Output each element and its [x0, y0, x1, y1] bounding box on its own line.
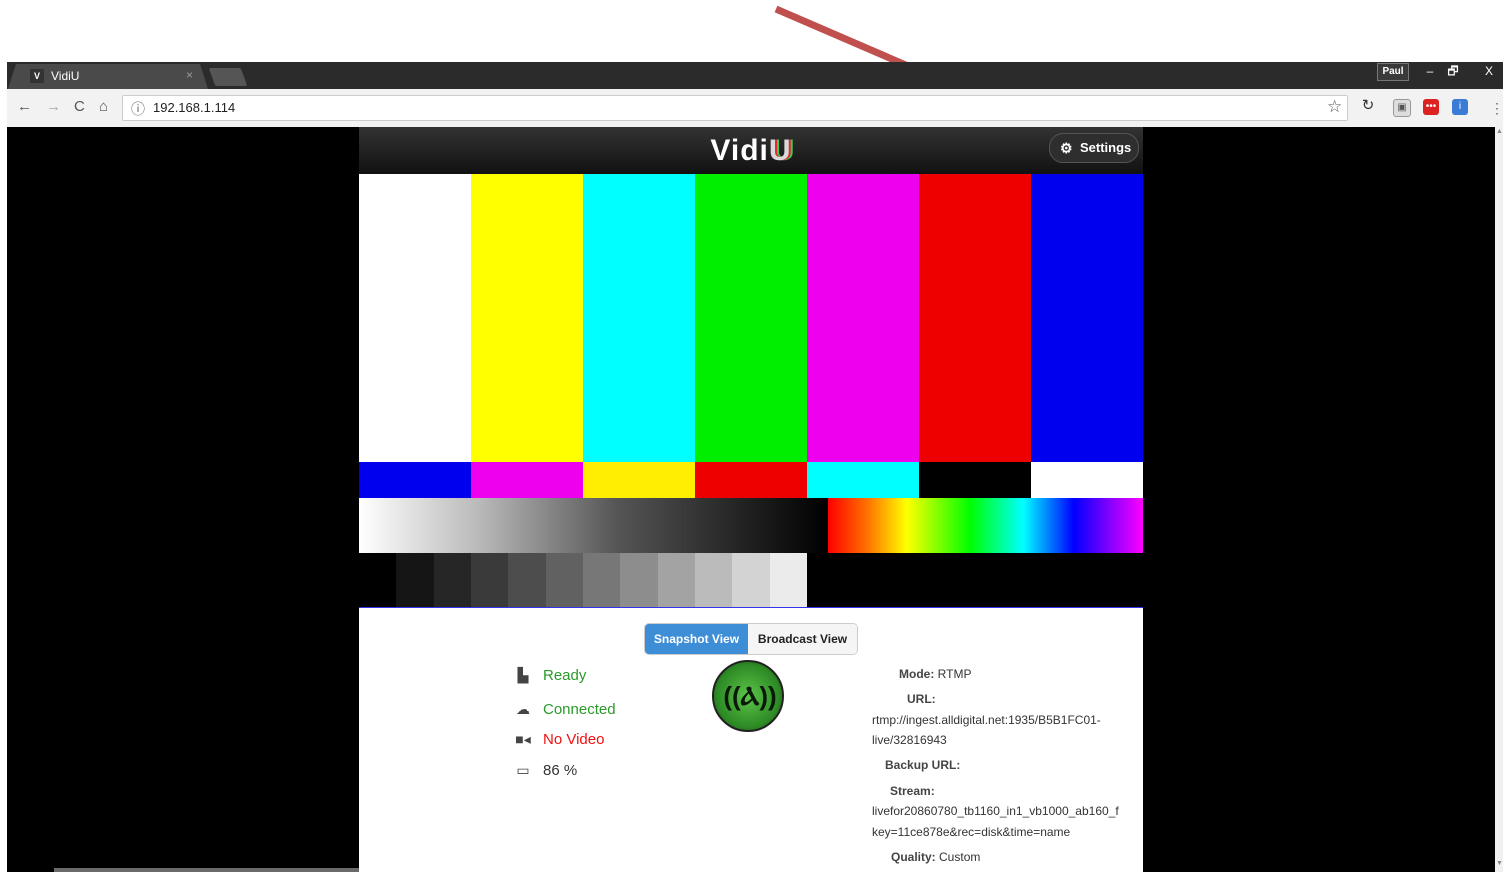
settings-label: Settings	[1080, 140, 1132, 155]
gray-step-2	[433, 553, 471, 607]
mode-row: Mode: RTMP	[899, 667, 971, 681]
url-label: URL:	[907, 692, 936, 706]
info-extension-icon[interactable]: i	[1452, 99, 1468, 115]
mid-bar-0	[359, 462, 471, 498]
mid-bar-4	[807, 462, 919, 498]
status-connected-row: ☁ Connected	[512, 701, 616, 718]
battery-icon: ▭	[516, 762, 530, 778]
start-broadcast-button[interactable]: ((Ⲁ))	[712, 660, 784, 732]
quality-label: Quality:	[891, 850, 936, 864]
lastpass-extension-icon[interactable]: •••	[1423, 99, 1439, 115]
top-bar-6	[1031, 174, 1143, 462]
gray-step-9	[694, 553, 733, 607]
scroll-down-icon[interactable]: ▼	[1496, 860, 1503, 867]
logo-u: U	[768, 134, 792, 167]
browser-menu-icon[interactable]: ⋮	[1490, 100, 1503, 117]
back-icon[interactable]: ←	[17, 98, 32, 115]
broadcast-view-button[interactable]: Broadcast View	[748, 624, 857, 654]
forward-icon[interactable]: →	[46, 98, 61, 115]
tab-title: VidiU	[51, 69, 80, 83]
gray-step-0	[359, 553, 397, 607]
color-bars-middle	[359, 462, 1143, 498]
top-bar-5	[919, 174, 1031, 462]
reload-icon[interactable]: C	[74, 98, 85, 115]
mid-bar-2	[583, 462, 695, 498]
status-connected: Connected	[543, 701, 616, 718]
url-text[interactable]: 192.168.1.114	[153, 100, 235, 115]
stream-value-line-2: key=11ce878e&rec=disk&time=name	[872, 825, 1071, 839]
url-label-row: URL:	[907, 692, 936, 706]
gray-step-7	[620, 553, 658, 607]
status-ready-row: ▙ Ready	[512, 667, 587, 684]
vidiu-favicon-icon: V	[30, 69, 44, 83]
gear-icon: ⚙	[1060, 140, 1073, 156]
broadcast-tower-icon: ((Ⲁ))	[723, 681, 777, 711]
mid-bar-1	[471, 462, 583, 498]
snapshot-view-button[interactable]: Snapshot View	[645, 624, 748, 654]
restore-icon[interactable]: 🗗	[1442, 63, 1464, 79]
ublock-extension-icon[interactable]: ▣	[1393, 99, 1411, 117]
tab-close-icon[interactable]: ×	[186, 68, 193, 82]
vidiu-logo: VidiU	[359, 127, 1143, 174]
address-bar[interactable]: ⓘ 192.168.1.114	[122, 95, 1348, 121]
logo-text: Vidi	[710, 134, 769, 167]
top-bar-1	[471, 174, 583, 462]
video-camera-icon: ■◂	[515, 731, 531, 747]
mode-value: RTMP	[937, 667, 972, 681]
app-header: VidiU ⚙ Settings	[359, 127, 1143, 174]
stream-value-line-1: livefor20860780_tb1160_in1_vb1000_ab160_…	[872, 804, 1119, 818]
gray-step-5	[545, 553, 583, 607]
top-bar-0	[359, 174, 471, 462]
status-battery: 86 %	[543, 762, 578, 779]
site-info-icon[interactable]: ⓘ	[131, 99, 145, 119]
gray-step-1	[396, 553, 434, 607]
top-bar-4	[807, 174, 919, 462]
status-ready: Ready	[543, 667, 587, 684]
rainbow-ramp	[828, 498, 1143, 553]
scroll-up-icon[interactable]: ▲	[1496, 128, 1503, 135]
gray-step-8	[657, 553, 695, 607]
clapperboard-icon: ▙	[517, 667, 529, 683]
status-video: No Video	[543, 731, 605, 748]
gray-step-6	[582, 553, 621, 607]
stream-label-row: Stream:	[890, 784, 935, 798]
home-icon[interactable]: ⌂	[99, 98, 108, 115]
bookmark-star-icon[interactable]: ☆	[1327, 97, 1342, 117]
profile-button[interactable]: Paul	[1377, 63, 1409, 81]
gray-steps	[359, 553, 807, 607]
top-bar-2	[583, 174, 695, 462]
mid-bar-5	[919, 462, 1031, 498]
backup-url-row: Backup URL:	[885, 758, 960, 772]
stream-label: Stream:	[890, 784, 935, 798]
vertical-scrollbar[interactable]	[1495, 127, 1503, 872]
gray-ramp	[359, 498, 828, 553]
mid-bar-6	[1031, 462, 1143, 498]
gray-step-3	[470, 553, 509, 607]
sync-extension-icon[interactable]: ↻	[1360, 98, 1376, 115]
url-value-line-1: rtmp://ingest.alldigital.net:1935/B5B1FC…	[872, 713, 1101, 727]
status-battery-row: ▭ 86 %	[512, 762, 577, 779]
status-video-row: ■◂ No Video	[512, 731, 604, 748]
close-window-icon[interactable]: X	[1478, 63, 1500, 79]
view-toggle: Snapshot View Broadcast View	[644, 623, 858, 655]
video-snapshot	[359, 174, 1143, 607]
gray-step-10	[732, 553, 770, 607]
settings-button[interactable]: ⚙ Settings	[1049, 133, 1139, 163]
status-panel: Snapshot View Broadcast View ▙ Ready ☁ Con…	[359, 607, 1143, 873]
minimize-icon[interactable]: –	[1419, 63, 1441, 79]
backup-url-label: Backup URL:	[885, 758, 961, 772]
top-bar-3	[695, 174, 807, 462]
url-value-line-2: live/32816943	[872, 733, 947, 747]
gray-step-4	[508, 553, 546, 607]
gray-step-11	[769, 553, 807, 607]
mid-bar-3	[695, 462, 807, 498]
quality-row: Quality: Custom	[891, 850, 980, 864]
new-tab-button[interactable]	[208, 68, 248, 86]
mode-label: Mode:	[899, 667, 935, 681]
browser-tab[interactable]: V VidiU ×	[8, 64, 208, 89]
color-bars-top	[359, 174, 1143, 462]
quality-value: Custom	[939, 850, 981, 864]
cloud-icon: ☁	[516, 701, 530, 717]
horizontal-scrollbar-thumb[interactable]	[54, 868, 390, 872]
